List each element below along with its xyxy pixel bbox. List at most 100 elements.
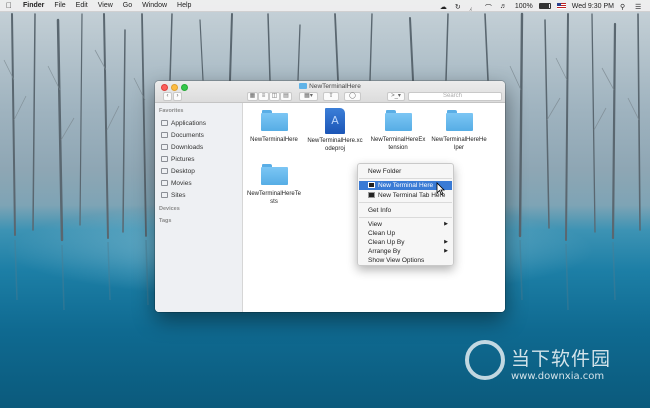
sidebar: Favorites Applications Documents Downloa… bbox=[155, 103, 243, 312]
share-button[interactable]: ⇧ bbox=[323, 92, 339, 101]
xcodeproj-icon bbox=[325, 108, 345, 134]
new-terminal-toolbar-button[interactable]: >_▾ bbox=[387, 92, 405, 101]
title-bar[interactable]: NewTerminalHere ‹ › ▦ ≡ ◫ ▤ ▦▾ ⇧ ◯ >_▾ S… bbox=[155, 81, 505, 103]
sidebar-item-label: Sites bbox=[171, 191, 186, 199]
notification-center-icon[interactable]: ☰ bbox=[635, 3, 644, 11]
submenu-arrow-icon: ▶ bbox=[444, 221, 448, 227]
sidebar-heading-tags[interactable]: Tags bbox=[159, 218, 171, 224]
menu-item-get-info[interactable]: Get Info bbox=[359, 206, 452, 215]
sidebar-item-label: Pictures bbox=[171, 155, 195, 163]
menu-separator bbox=[359, 217, 452, 218]
cloud-icon[interactable]: ☁ bbox=[440, 3, 449, 11]
sidebar-item-desktop[interactable]: Desktop bbox=[161, 166, 195, 176]
arrange-button[interactable]: ▦▾ bbox=[299, 92, 318, 101]
sidebar-item-applications[interactable]: Applications bbox=[161, 118, 206, 128]
toolbar: ‹ › ▦ ≡ ◫ ▤ ▦▾ ⇧ ◯ >_▾ Search bbox=[155, 92, 505, 103]
sidebar-heading-favorites: Favorites bbox=[159, 108, 184, 114]
menu-go[interactable]: Go bbox=[118, 0, 137, 12]
menu-item-label: Clean Up bbox=[368, 230, 396, 237]
battery-icon[interactable] bbox=[538, 3, 551, 9]
battery-percent: 100% bbox=[514, 2, 533, 10]
menubar-clock[interactable]: Wed 9:30 PM bbox=[572, 3, 614, 10]
menu-separator bbox=[359, 202, 452, 203]
folder-icon bbox=[445, 110, 473, 131]
sidebar-item-movies[interactable]: Movies bbox=[161, 178, 192, 188]
context-menu: New Folder New Terminal Here New Termina… bbox=[357, 163, 454, 266]
back-button[interactable]: ‹ bbox=[163, 92, 172, 101]
desktop-icon bbox=[161, 168, 168, 174]
bluetooth-icon[interactable]: ⁁ bbox=[470, 3, 479, 11]
mouse-cursor-icon bbox=[436, 182, 445, 195]
list-view-button[interactable]: ≡ bbox=[258, 92, 269, 101]
menu-item-label: View bbox=[368, 221, 382, 228]
sidebar-item-downloads[interactable]: Downloads bbox=[161, 142, 203, 152]
icon-view-button[interactable]: ▦ bbox=[247, 92, 258, 101]
menu-item-clean-up-by[interactable]: Clean Up By ▶ bbox=[359, 238, 452, 247]
menu-file[interactable]: File bbox=[49, 0, 70, 12]
folder-icon bbox=[260, 110, 288, 131]
menu-item-label: Get Info bbox=[368, 207, 392, 214]
menu-bar:  Finder File Edit View Go Window Help ☁… bbox=[0, 0, 650, 12]
menu-window[interactable]: Window bbox=[137, 0, 172, 12]
menu-item-new-folder[interactable]: New Folder bbox=[359, 167, 452, 176]
sites-icon bbox=[161, 192, 168, 198]
file-item-xcodeproj[interactable]: NewTerminalHere.xcodeproj bbox=[305, 108, 365, 153]
sidebar-item-label: Downloads bbox=[171, 143, 204, 151]
menu-item-show-view-options[interactable]: Show View Options bbox=[359, 256, 452, 265]
watermark-text: 当下软件园 bbox=[511, 348, 612, 370]
forward-button[interactable]: › bbox=[173, 92, 182, 101]
menu-edit[interactable]: Edit bbox=[71, 0, 93, 12]
sidebar-item-sites[interactable]: Sites bbox=[161, 190, 185, 200]
watermark: 当下软件园 www.downxia.com bbox=[465, 340, 645, 398]
volume-icon[interactable]: ♬ bbox=[500, 3, 509, 10]
file-item-extension[interactable]: NewTerminalHereExtension bbox=[368, 110, 428, 152]
menu-view[interactable]: View bbox=[93, 0, 118, 12]
file-name: NewTerminalHereExtension bbox=[370, 137, 426, 151]
menu-item-label: Show View Options bbox=[368, 257, 425, 264]
sidebar-item-pictures[interactable]: Pictures bbox=[161, 154, 194, 164]
sidebar-item-label: Applications bbox=[171, 119, 207, 127]
apple-icon[interactable]:  bbox=[0, 1, 18, 10]
sidebar-item-label: Movies bbox=[171, 179, 192, 187]
file-item-tests[interactable]: NewTerminalHereTests bbox=[244, 164, 304, 206]
tags-button[interactable]: ◯ bbox=[344, 92, 361, 101]
menu-item-arrange-by[interactable]: Arrange By ▶ bbox=[359, 247, 452, 256]
wifi-icon[interactable]: ⌒ bbox=[485, 3, 494, 12]
applications-icon bbox=[161, 120, 168, 126]
submenu-arrow-icon: ▶ bbox=[444, 248, 448, 254]
submenu-arrow-icon: ▶ bbox=[444, 239, 448, 245]
sidebar-item-documents[interactable]: Documents bbox=[161, 130, 204, 140]
menu-item-label: New Terminal Here bbox=[378, 182, 434, 189]
menu-item-label: Arrange By bbox=[368, 248, 401, 255]
file-name: NewTerminalHereHelper bbox=[431, 137, 487, 151]
menu-item-label: New Folder bbox=[368, 168, 402, 175]
folder-icon bbox=[299, 83, 308, 89]
menu-extras: ☁ ↻ ⁁ ⌒ ♬ 100% Wed 9:30 PM ⚲ ☰ bbox=[440, 0, 644, 12]
spotlight-icon[interactable]: ⚲ bbox=[620, 3, 629, 11]
menu-finder[interactable]: Finder bbox=[18, 0, 49, 12]
menu-separator bbox=[359, 178, 452, 179]
downloads-icon bbox=[161, 144, 168, 150]
menu-help[interactable]: Help bbox=[172, 0, 196, 12]
time-machine-icon[interactable]: ↻ bbox=[455, 3, 464, 11]
search-input[interactable]: Search bbox=[408, 92, 502, 101]
menu-item-view[interactable]: View ▶ bbox=[359, 220, 452, 229]
sidebar-item-label: Desktop bbox=[171, 167, 195, 175]
documents-icon bbox=[161, 132, 168, 138]
file-item-newterminalhere[interactable]: NewTerminalHere bbox=[244, 110, 304, 144]
window-title: NewTerminalHere bbox=[155, 82, 505, 91]
menu-item-clean-up[interactable]: Clean Up bbox=[359, 229, 452, 238]
folder-icon bbox=[260, 164, 288, 185]
file-name: NewTerminalHere.xcodeproj bbox=[307, 138, 363, 152]
pictures-icon bbox=[161, 156, 168, 162]
menu-item-label: Clean Up By bbox=[368, 239, 405, 246]
new-terminal-toolbar-label: >_ bbox=[391, 93, 398, 99]
cover-flow-button[interactable]: ▤ bbox=[280, 92, 292, 101]
terminal-icon bbox=[368, 182, 375, 188]
column-view-button[interactable]: ◫ bbox=[269, 92, 280, 101]
us-flag-icon[interactable] bbox=[556, 3, 566, 9]
sidebar-item-label: Documents bbox=[171, 131, 204, 139]
file-name: NewTerminalHere bbox=[250, 137, 298, 143]
sidebar-heading-devices[interactable]: Devices bbox=[159, 206, 180, 212]
file-item-helper[interactable]: NewTerminalHereHelper bbox=[429, 110, 489, 152]
